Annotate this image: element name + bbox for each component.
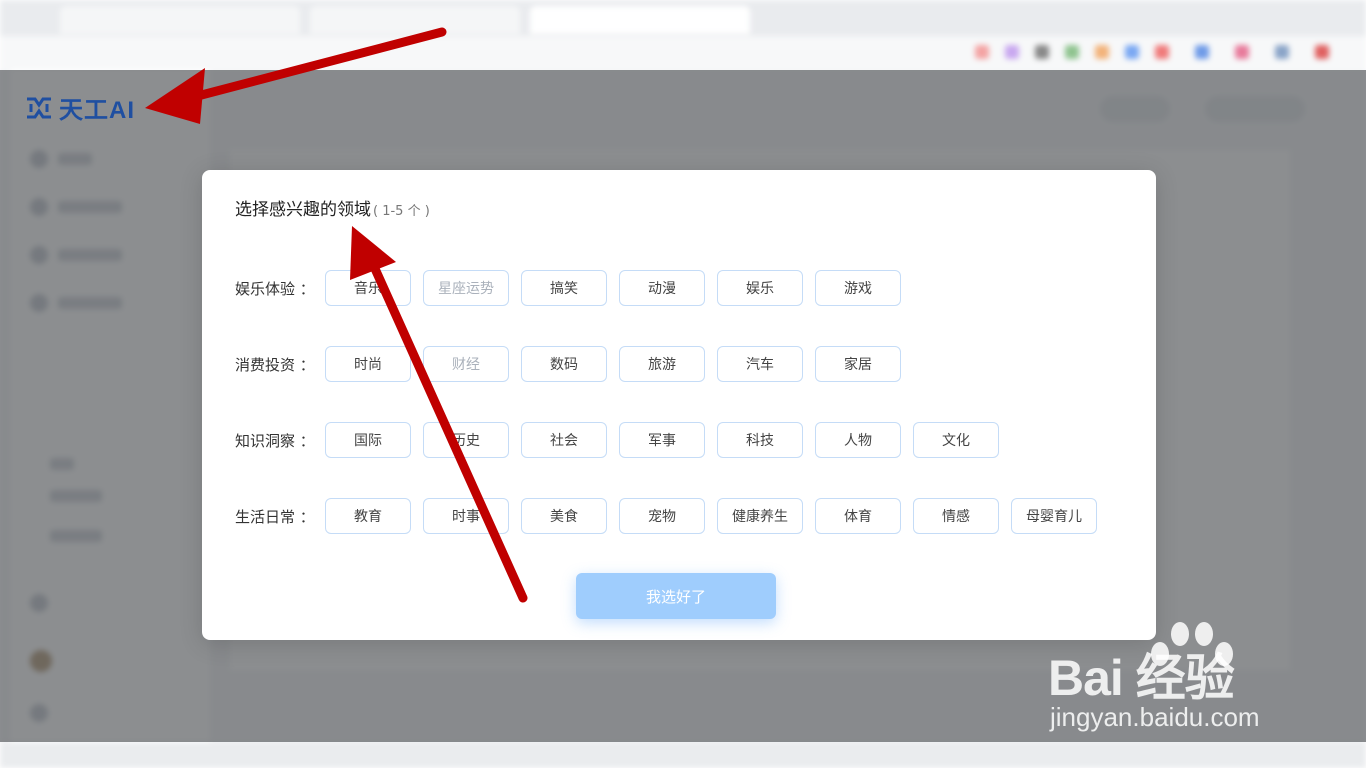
extension-icon[interactable] <box>1125 45 1139 59</box>
chip-society[interactable]: 社会 <box>521 422 607 458</box>
chip-technology[interactable]: 科技 <box>717 422 803 458</box>
chip-history[interactable]: 历史 <box>423 422 509 458</box>
browser-tab-active[interactable] <box>530 6 750 34</box>
watermark-url: jingyan.baidu.com <box>1050 702 1260 732</box>
browser-tab[interactable] <box>60 6 300 34</box>
screen: 天工AI 选择感兴趣的领域( 1-5 个 ) 娱乐体验 ： 音乐 星座运势 搞笑… <box>0 0 1366 768</box>
extension-icon[interactable] <box>1275 45 1289 59</box>
watermark-brand: Bai 经验 <box>1048 650 1235 706</box>
chip-emotion[interactable]: 情感 <box>913 498 999 534</box>
chip-food[interactable]: 美食 <box>521 498 607 534</box>
extension-icon[interactable] <box>1035 45 1049 59</box>
extension-icon[interactable] <box>1155 45 1169 59</box>
chip-group: 时尚 财经 数码 旅游 汽车 家居 <box>325 346 901 382</box>
tiangong-logo[interactable]: 天工AI <box>25 90 135 125</box>
category-row-consumption: 消费投资 ： 时尚 财经 数码 旅游 汽车 家居 <box>235 345 901 383</box>
chip-military[interactable]: 军事 <box>619 422 705 458</box>
chip-international[interactable]: 国际 <box>325 422 411 458</box>
category-label: 生活日常 ： <box>235 507 315 526</box>
browser-tab[interactable] <box>310 6 520 34</box>
chip-home[interactable]: 家居 <box>815 346 901 382</box>
chip-pets[interactable]: 宠物 <box>619 498 705 534</box>
chip-group: 国际 历史 社会 军事 科技 人物 文化 <box>325 422 999 458</box>
category-label: 知识洞察 ： <box>235 431 315 450</box>
chip-education[interactable]: 教育 <box>325 498 411 534</box>
chip-group: 音乐 星座运势 搞笑 动漫 娱乐 游戏 <box>325 270 901 306</box>
extension-icon[interactable] <box>1315 45 1329 59</box>
interest-selection-dialog: 选择感兴趣的领域( 1-5 个 ) 娱乐体验 ： 音乐 星座运势 搞笑 动漫 娱… <box>202 170 1156 640</box>
confirm-selection-button[interactable]: 我选好了 <box>576 573 776 619</box>
extension-icon[interactable] <box>1065 45 1079 59</box>
chip-current-affairs[interactable]: 时事 <box>423 498 509 534</box>
chip-games[interactable]: 游戏 <box>815 270 901 306</box>
chip-parenting[interactable]: 母婴育儿 <box>1011 498 1097 534</box>
extension-icon[interactable] <box>1235 45 1249 59</box>
taskbar <box>0 742 1366 768</box>
chip-comedy[interactable]: 搞笑 <box>521 270 607 306</box>
chip-anime[interactable]: 动漫 <box>619 270 705 306</box>
category-row-knowledge: 知识洞察 ： 国际 历史 社会 军事 科技 人物 文化 <box>235 421 999 459</box>
chip-entertainment[interactable]: 娱乐 <box>717 270 803 306</box>
dialog-title-hint: ( 1-5 个 ) <box>373 204 430 219</box>
chip-people[interactable]: 人物 <box>815 422 901 458</box>
logo-text: 天工AI <box>59 97 135 124</box>
chip-music[interactable]: 音乐 <box>325 270 411 306</box>
chip-group: 教育 时事 美食 宠物 健康养生 体育 情感 母婴育儿 <box>325 498 1097 534</box>
chip-health[interactable]: 健康养生 <box>717 498 803 534</box>
dialog-title-text: 选择感兴趣的领域 <box>235 200 371 220</box>
category-label: 消费投资 ： <box>235 355 315 374</box>
logo-mark-icon <box>27 97 51 118</box>
category-label: 娱乐体验 ： <box>235 279 315 298</box>
chip-travel[interactable]: 旅游 <box>619 346 705 382</box>
category-row-entertainment: 娱乐体验 ： 音乐 星座运势 搞笑 动漫 娱乐 游戏 <box>235 269 901 307</box>
extension-icon[interactable] <box>1005 45 1019 59</box>
category-row-daily-life: 生活日常 ： 教育 时事 美食 宠物 健康养生 体育 情感 母婴育儿 <box>235 497 1097 535</box>
chip-digital[interactable]: 数码 <box>521 346 607 382</box>
extension-icon[interactable] <box>975 45 989 59</box>
extension-icon[interactable] <box>1095 45 1109 59</box>
chip-sports[interactable]: 体育 <box>815 498 901 534</box>
browser-tab-bar <box>0 0 1366 36</box>
chip-fashion[interactable]: 时尚 <box>325 346 411 382</box>
chip-finance[interactable]: 财经 <box>423 346 509 382</box>
extension-icon[interactable] <box>1195 45 1209 59</box>
chip-horoscope[interactable]: 星座运势 <box>423 270 509 306</box>
chip-culture[interactable]: 文化 <box>913 422 999 458</box>
chip-auto[interactable]: 汽车 <box>717 346 803 382</box>
dialog-title: 选择感兴趣的领域( 1-5 个 ) <box>235 195 430 220</box>
baidu-jingyan-watermark: Bai 经验 jingyan.baidu.com <box>1040 620 1360 740</box>
